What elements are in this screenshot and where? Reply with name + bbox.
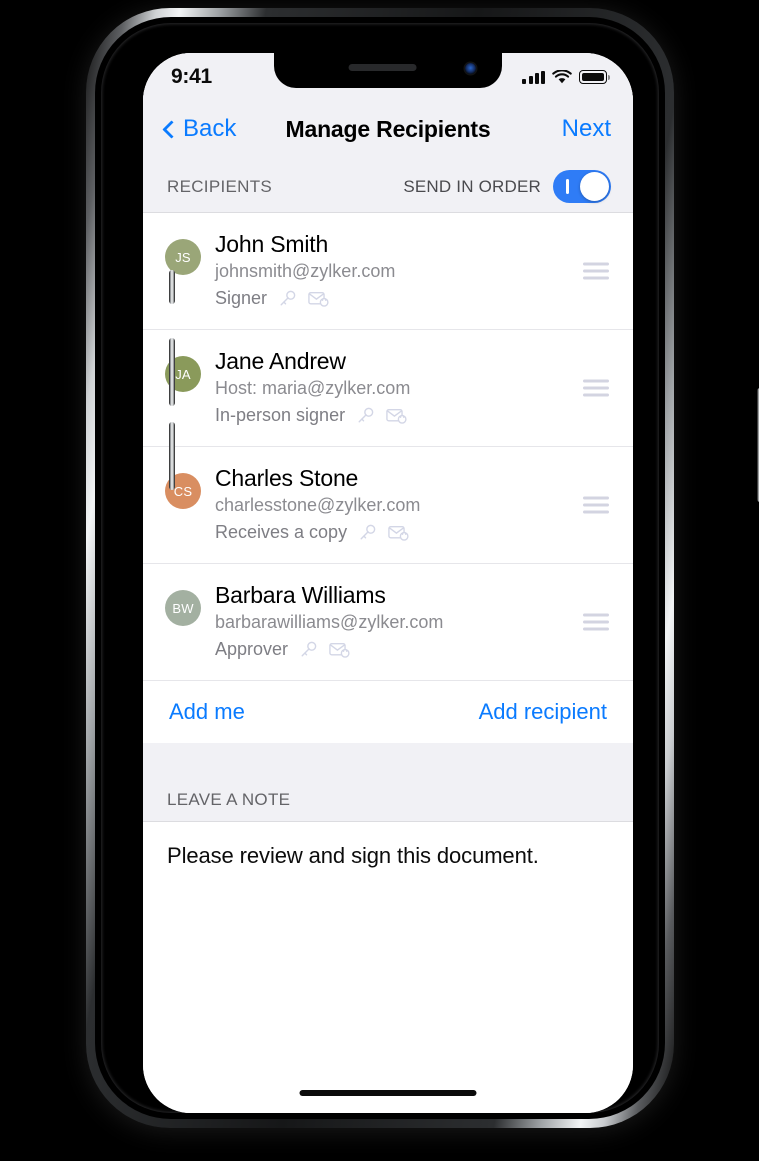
status-bar-clock: 9:41 [171,65,212,88]
drag-handle-icon[interactable] [583,262,609,280]
home-indicator [299,1090,477,1096]
screenshot-stage: 9:41 Back Manage Recipients Next RECIPIE… [0,0,759,1161]
phone-notch [274,53,502,88]
recipient-email: barbarawilliams@zylker.com [215,612,444,633]
battery-full-icon [579,70,610,84]
phone-bezel: 9:41 Back Manage Recipients Next RECIPIE… [101,23,659,1113]
drag-handle-icon[interactable] [583,379,609,397]
back-button-label: Back [183,115,237,142]
volume-down-button[interactable] [169,422,175,490]
drag-handle-icon[interactable] [583,613,609,631]
recipients-section-title: RECIPIENTS [167,176,273,196]
recipient-role: Receives a copy [215,522,348,543]
recipient-role-line: Receives a copy [215,522,611,543]
recipient-details: Barbara Williams barbarawilliams@zylker.… [215,582,611,660]
app-viewport: 9:41 Back Manage Recipients Next RECIPIE… [143,53,633,1113]
recipient-details: Jane Andrew Host: maria@zylker.com In-pe… [215,348,611,426]
earpiece-speaker-icon [348,64,417,71]
recipient-name: Barbara Williams [215,582,386,608]
recipient-email: charlesstone@zylker.com [215,495,421,516]
recipient-role-line: Approver [215,639,611,660]
leave-a-note-header: LEAVE A NOTE [143,778,633,822]
toggle-knob [580,172,609,201]
send-in-order-label: SEND IN ORDER [403,176,541,196]
mute-switch-button[interactable] [169,270,175,304]
table-row[interactable]: JA Jane Andrew Host: maria@zylker.com In… [143,330,633,447]
recipients-section-header: RECIPIENTS SEND IN ORDER [143,161,633,213]
mail-lock-icon[interactable] [388,524,410,542]
cellular-bars-icon [522,70,545,84]
add-actions-row: Add me Add recipient [143,681,633,743]
phone-device-frame: 9:41 Back Manage Recipients Next RECIPIE… [86,8,759,1128]
front-camera-icon [465,63,476,74]
section-spacer [143,743,633,778]
recipient-name: John Smith [215,231,329,257]
phone-screen: 9:41 Back Manage Recipients Next RECIPIE… [143,53,633,1113]
recipient-role-line: Signer [215,288,611,309]
send-in-order-toggle[interactable] [553,170,611,203]
recipient-name: Jane Andrew [215,348,346,374]
navigation-bar: Back Manage Recipients Next [143,97,633,161]
key-icon[interactable] [358,523,377,542]
status-bar-indicators [522,69,610,85]
add-recipient-button[interactable]: Add recipient [479,699,607,725]
next-button[interactable]: Next [562,115,611,143]
mail-lock-icon[interactable] [308,290,330,308]
table-row[interactable]: JS John Smith johnsmith@zylker.com Signe… [143,213,633,330]
back-button[interactable]: Back [162,115,237,143]
recipient-name: Charles Stone [215,465,359,491]
recipient-email: johnsmith@zylker.com [215,261,396,282]
recipient-role: Signer [215,288,268,309]
recipients-list: JS John Smith johnsmith@zylker.com Signe… [143,213,633,681]
mail-lock-icon[interactable] [386,407,408,425]
note-input-area[interactable]: Please review and sign this document. [143,822,633,1002]
avatar: BW [165,590,201,626]
toggle-on-mark [566,179,569,194]
drag-handle-icon[interactable] [583,496,609,514]
mail-lock-icon[interactable] [329,641,351,659]
send-in-order-control: SEND IN ORDER [403,170,611,203]
volume-up-button[interactable] [169,338,175,406]
recipient-role-line: In-person signer [215,405,611,426]
recipient-role: In-person signer [215,405,346,426]
recipient-role: Approver [215,639,289,660]
note-text[interactable]: Please review and sign this document. [167,842,609,871]
table-row[interactable]: BW Barbara Williams barbarawilliams@zylk… [143,564,633,681]
recipient-email: Host: maria@zylker.com [215,378,411,399]
chevron-left-icon [162,119,181,139]
phone-inner-frame: 9:41 Back Manage Recipients Next RECIPIE… [95,17,665,1119]
wifi-icon [552,69,572,83]
key-icon[interactable] [278,289,297,308]
recipient-details: Charles Stone charlesstone@zylker.com Re… [215,465,611,543]
leave-a-note-title: LEAVE A NOTE [167,789,291,809]
key-icon[interactable] [299,640,318,659]
recipient-details: John Smith johnsmith@zylker.com Signer [215,231,611,309]
add-me-button[interactable]: Add me [169,699,245,725]
key-icon[interactable] [356,406,375,425]
table-row[interactable]: CS Charles Stone charlesstone@zylker.com… [143,447,633,564]
